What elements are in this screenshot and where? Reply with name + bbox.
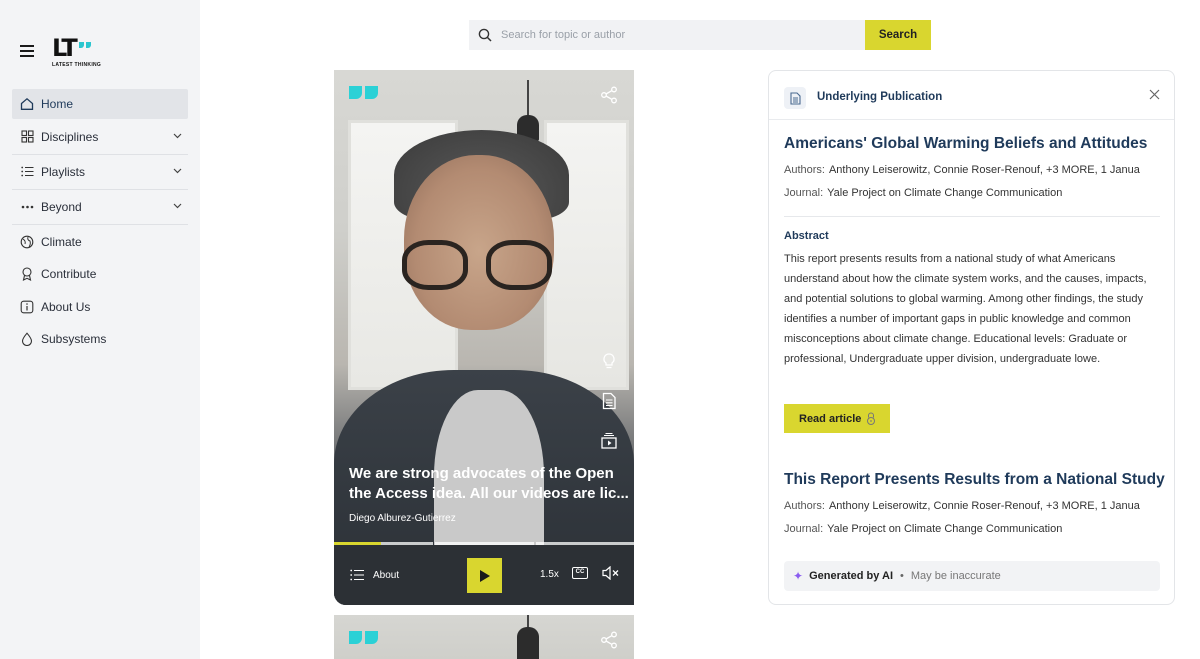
generated-by-label: Generated by AI bbox=[809, 570, 894, 582]
publication-authors: Authors: Anthony Leiserowitz, Connie Rose… bbox=[784, 164, 1140, 176]
sidebar-item-contribute[interactable]: Contribute bbox=[12, 259, 188, 289]
sidebar-nav: Home Disciplines Playlists Beyond Climat… bbox=[12, 89, 188, 354]
sidebar-item-playlists[interactable]: Playlists bbox=[12, 157, 188, 187]
logo-quote-icon bbox=[78, 28, 93, 48]
list-icon bbox=[350, 569, 364, 581]
grid-icon bbox=[20, 130, 34, 144]
separator-dot: • bbox=[900, 570, 904, 582]
play-icon bbox=[479, 569, 490, 582]
brand-quote-icon bbox=[349, 86, 381, 104]
ai-generated-notice: ✦ Generated by AI • May be inaccurate bbox=[784, 561, 1160, 591]
logo-text: LT bbox=[52, 34, 78, 62]
publication-journal: Journal: Yale Project on Climate Change C… bbox=[784, 187, 1063, 199]
share-icon[interactable] bbox=[600, 86, 618, 104]
publication-item: This Report Presents Results from a Nati… bbox=[784, 471, 1165, 535]
sidebar-item-label: Subsystems bbox=[41, 332, 107, 346]
divider bbox=[784, 216, 1160, 217]
award-icon bbox=[20, 267, 34, 281]
logo-subtitle: LATEST THINKING bbox=[52, 62, 102, 68]
video-player[interactable]: We are strong advocates of the Open the … bbox=[334, 70, 634, 605]
panel-title: Underlying Publication bbox=[817, 91, 943, 103]
playback-speed[interactable]: 1.5x bbox=[540, 569, 559, 580]
list-icon bbox=[20, 165, 34, 179]
sidebar-item-label: Contribute bbox=[41, 267, 97, 281]
sidebar-item-label: Beyond bbox=[41, 199, 82, 214]
brand-quote-icon bbox=[349, 631, 381, 649]
about-button[interactable]: About bbox=[350, 569, 399, 581]
document-icon bbox=[784, 87, 806, 109]
playlist-icon[interactable] bbox=[600, 432, 618, 450]
panel-header: Underlying Publication bbox=[769, 71, 1174, 120]
publication-panel: Underlying Publication Americans' Global… bbox=[768, 70, 1175, 605]
chevron-down-icon bbox=[173, 201, 182, 212]
sidebar-item-disciplines[interactable]: Disciplines bbox=[12, 122, 188, 152]
sidebar: LT LATEST THINKING Home Disciplines Play… bbox=[0, 0, 200, 659]
globe-icon bbox=[20, 235, 34, 249]
video-card-next[interactable] bbox=[334, 615, 634, 659]
sidebar-item-beyond[interactable]: Beyond bbox=[12, 192, 188, 222]
read-article-label: Read article bbox=[799, 412, 862, 425]
search-bar: Search bbox=[469, 20, 931, 50]
chevron-down-icon bbox=[173, 131, 182, 142]
info-icon bbox=[20, 300, 34, 314]
mute-icon[interactable] bbox=[602, 566, 620, 580]
document-icon[interactable] bbox=[600, 392, 618, 410]
publication-title[interactable]: Americans' Global Warming Beliefs and At… bbox=[784, 135, 1164, 153]
lock-icon bbox=[867, 412, 876, 425]
sidebar-item-about-us[interactable]: About Us bbox=[12, 292, 188, 322]
logo[interactable]: LT LATEST THINKING bbox=[52, 36, 101, 68]
publication-authors: Authors: Anthony Leiserowitz, Connie Rose… bbox=[784, 500, 1140, 512]
chevron-down-icon bbox=[173, 166, 182, 177]
publication-journal: Journal: Yale Project on Climate Change C… bbox=[784, 523, 1063, 535]
home-icon bbox=[20, 97, 34, 111]
sidebar-item-climate[interactable]: Climate bbox=[12, 227, 188, 257]
sidebar-item-label: Playlists bbox=[41, 164, 86, 179]
publication-item: Americans' Global Warming Beliefs and At… bbox=[784, 135, 1164, 199]
share-icon[interactable] bbox=[600, 631, 618, 649]
sidebar-item-label: Home bbox=[41, 97, 74, 111]
play-button[interactable] bbox=[467, 558, 502, 593]
closed-captions-icon[interactable]: CC bbox=[572, 567, 588, 579]
abstract-heading: Abstract bbox=[784, 230, 829, 242]
sidebar-item-subsystems[interactable]: Subsystems bbox=[12, 324, 188, 354]
read-article-button[interactable]: Read article bbox=[784, 404, 890, 433]
sidebar-item-label: About Us bbox=[41, 299, 91, 314]
video-caption: We are strong advocates of the Open the … bbox=[349, 465, 629, 502]
search-button[interactable]: Search bbox=[865, 20, 931, 50]
video-author[interactable]: Diego Alburez-Gutierrez bbox=[349, 513, 456, 524]
sidebar-item-label: Climate bbox=[41, 234, 82, 249]
dots-icon bbox=[20, 200, 34, 214]
search-icon bbox=[478, 28, 492, 42]
about-label: About bbox=[373, 569, 400, 581]
video-controls: About 1.5x CC bbox=[334, 545, 634, 605]
sparkle-icon: ✦ bbox=[793, 569, 804, 583]
abstract-text: This report presents results from a nati… bbox=[784, 253, 1147, 365]
drop-icon bbox=[20, 332, 34, 346]
sidebar-item-label: Disciplines bbox=[41, 129, 99, 144]
publication-title[interactable]: This Report Presents Results from a Nati… bbox=[784, 471, 1165, 489]
sidebar-item-home[interactable]: Home bbox=[12, 89, 188, 119]
hamburger-menu-icon[interactable] bbox=[20, 45, 34, 57]
search-input[interactable] bbox=[469, 20, 865, 50]
close-icon[interactable] bbox=[1149, 88, 1160, 104]
disclaimer-label: May be inaccurate bbox=[910, 570, 1001, 582]
lightbulb-icon[interactable] bbox=[600, 352, 618, 370]
